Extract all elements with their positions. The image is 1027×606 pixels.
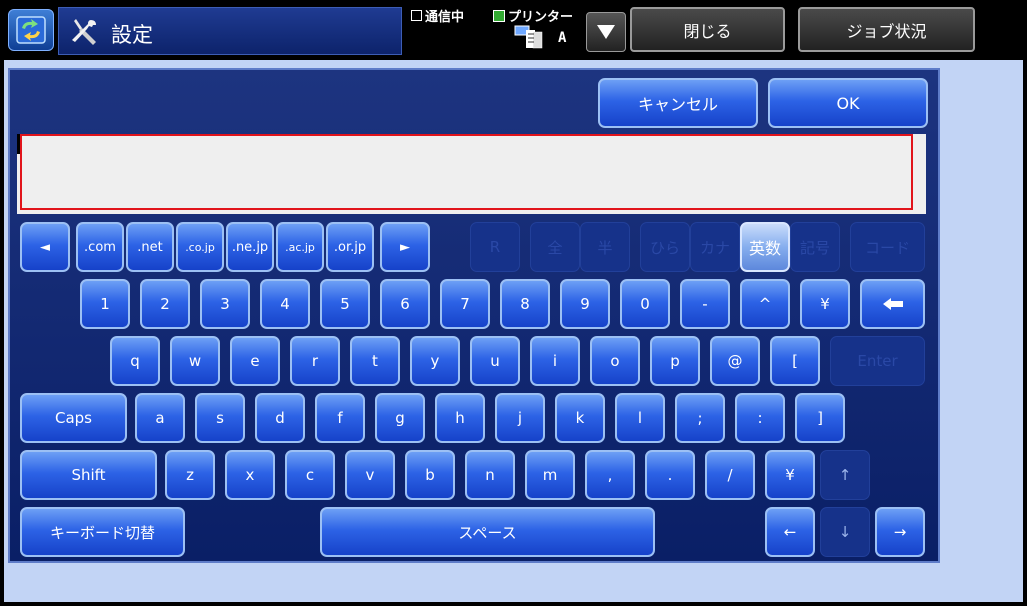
mode-hiragana-button: ひら (640, 222, 690, 272)
key-0[interactable]: 0 (620, 279, 670, 329)
caps-button[interactable]: Caps (20, 393, 127, 443)
mode-katakana-button: カナ (690, 222, 740, 272)
mode-r-button: R (470, 222, 520, 272)
key-g[interactable]: g (375, 393, 425, 443)
top-bar: 設定 通信中 プリンター A 閉じる ジョブ状況 (0, 0, 1027, 58)
key-n[interactable]: n (465, 450, 515, 500)
paper-size-label: A (558, 30, 567, 46)
key-colon[interactable]: : (735, 393, 785, 443)
key-w[interactable]: w (170, 336, 220, 386)
backspace-button[interactable] (860, 279, 925, 329)
key-r[interactable]: r (290, 336, 340, 386)
printer-status-icon (493, 9, 505, 22)
close-button[interactable]: 閉じる (630, 7, 785, 52)
cancel-button[interactable]: キャンセル (598, 78, 758, 128)
key-j[interactable]: j (495, 393, 545, 443)
key-u[interactable]: u (470, 336, 520, 386)
key-minus[interactable]: - (680, 279, 730, 329)
comm-status-label: 通信中 (425, 10, 465, 25)
title-area: 設定 (58, 7, 402, 55)
key-y[interactable]: y (410, 336, 460, 386)
cursor-up-button: ↑ (820, 450, 870, 500)
key-m[interactable]: m (525, 450, 575, 500)
key-bracket-open[interactable]: [ (770, 336, 820, 386)
key-8[interactable]: 8 (500, 279, 550, 329)
space-button[interactable]: スペース (320, 507, 655, 557)
job-status-button[interactable]: ジョブ状況 (798, 7, 975, 52)
printer-status-label: プリンター (508, 10, 574, 25)
paper-tray-icon (514, 25, 543, 49)
key-3[interactable]: 3 (200, 279, 250, 329)
key-slash[interactable]: / (705, 450, 755, 500)
domain-key-orjp[interactable]: .or.jp (326, 222, 374, 272)
comm-status: 通信中 (411, 6, 464, 25)
domain-key-cojp[interactable]: .co.jp (176, 222, 224, 272)
key-6[interactable]: 6 (380, 279, 430, 329)
mode-half-button: 半 (580, 222, 630, 272)
domain-key-acjp[interactable]: .ac.jp (276, 222, 324, 272)
tools-icon (72, 19, 96, 45)
key-z[interactable]: z (165, 450, 215, 500)
key-i[interactable]: i (530, 336, 580, 386)
cursor-down-button: ↓ (820, 507, 870, 557)
key-a[interactable]: a (135, 393, 185, 443)
key-e[interactable]: e (230, 336, 280, 386)
mode-code-button: コード (850, 222, 925, 272)
mode-symbol-button: 記号 (790, 222, 840, 272)
key-bracket-close[interactable]: ] (795, 393, 845, 443)
key-x[interactable]: x (225, 450, 275, 500)
key-at[interactable]: @ (710, 336, 760, 386)
enter-button: Enter (830, 336, 925, 386)
key-yen-2[interactable]: ¥ (765, 450, 815, 500)
home-button[interactable] (8, 9, 54, 51)
key-q[interactable]: q (110, 336, 160, 386)
scroll-left-button[interactable]: ◄ (20, 222, 70, 272)
key-t[interactable]: t (350, 336, 400, 386)
comm-checkbox-icon (411, 10, 422, 21)
key-1[interactable]: 1 (80, 279, 130, 329)
key-4[interactable]: 4 (260, 279, 310, 329)
ok-button[interactable]: OK (768, 78, 928, 128)
text-cursor (17, 134, 20, 154)
page-title: 設定 (111, 23, 153, 47)
key-b[interactable]: b (405, 450, 455, 500)
key-5[interactable]: 5 (320, 279, 370, 329)
key-semicolon[interactable]: ; (675, 393, 725, 443)
mode-eisu-button[interactable]: 英数 (740, 222, 790, 272)
status-dropdown-button[interactable] (586, 12, 626, 52)
key-caret[interactable]: ^ (740, 279, 790, 329)
cursor-right-button[interactable]: → (875, 507, 925, 557)
key-7[interactable]: 7 (440, 279, 490, 329)
shift-button[interactable]: Shift (20, 450, 157, 500)
key-2[interactable]: 2 (140, 279, 190, 329)
key-yen[interactable]: ¥ (800, 279, 850, 329)
domain-key-nejp[interactable]: .ne.jp (226, 222, 274, 272)
key-l[interactable]: l (615, 393, 665, 443)
triangle-down-icon (597, 25, 615, 39)
key-9[interactable]: 9 (560, 279, 610, 329)
key-p[interactable]: p (650, 336, 700, 386)
cursor-left-button[interactable]: ← (765, 507, 815, 557)
domain-key-com[interactable]: .com (76, 222, 124, 272)
key-v[interactable]: v (345, 450, 395, 500)
key-period[interactable]: . (645, 450, 695, 500)
key-f[interactable]: f (315, 393, 365, 443)
key-k[interactable]: k (555, 393, 605, 443)
key-d[interactable]: d (255, 393, 305, 443)
domain-key-net[interactable]: .net (126, 222, 174, 272)
printer-status: プリンター (493, 6, 573, 25)
keyboard-switch-button[interactable]: キーボード切替 (20, 507, 185, 557)
key-h[interactable]: h (435, 393, 485, 443)
scroll-right-button[interactable]: ► (380, 222, 430, 272)
key-comma[interactable]: , (585, 450, 635, 500)
text-input-focus-frame (20, 134, 913, 210)
key-c[interactable]: c (285, 450, 335, 500)
key-s[interactable]: s (195, 393, 245, 443)
backspace-arrow-icon (882, 298, 903, 310)
refresh-arrows-icon (16, 16, 46, 44)
mode-full-button: 全 (530, 222, 580, 272)
key-o[interactable]: o (590, 336, 640, 386)
